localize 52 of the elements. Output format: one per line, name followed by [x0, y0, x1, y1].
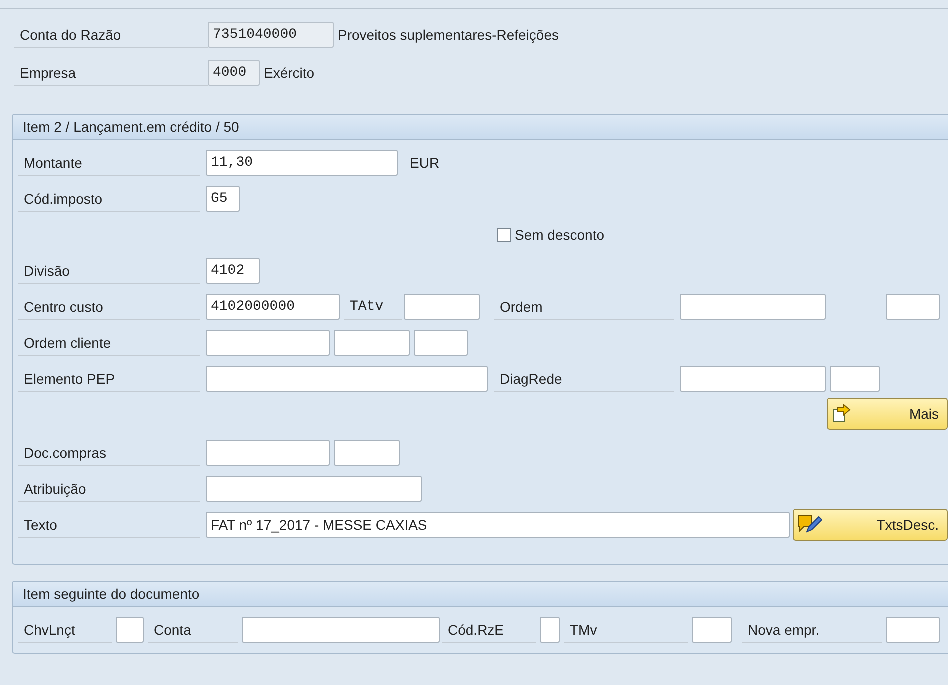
input-field[interactable]	[206, 440, 330, 466]
field-label: Nova empr.	[742, 617, 882, 643]
field-label: Ordem cliente	[18, 330, 200, 356]
input-field[interactable]	[206, 366, 488, 392]
input-field[interactable]	[206, 330, 330, 356]
input-field[interactable]	[116, 617, 144, 643]
toolbar-button[interactable]: Mais	[827, 398, 948, 430]
panel-title: Item 2 / Lançament.em crédito / 50	[13, 115, 948, 140]
field-label: DiagRede	[494, 366, 674, 392]
checkbox[interactable]	[497, 228, 511, 242]
field-label: Montante	[18, 150, 200, 176]
input-field[interactable]	[680, 366, 826, 392]
field-label: Cód.RzE	[442, 617, 536, 643]
input-field[interactable]: 4102000000	[206, 294, 340, 320]
input-field[interactable]	[886, 294, 940, 320]
input-field[interactable]: G5	[206, 186, 240, 212]
field-label: Divisão	[18, 258, 200, 284]
field-label: ChvLnçt	[18, 617, 112, 643]
input-field: 7351040000	[208, 22, 334, 48]
field-label: TAtv	[344, 294, 402, 320]
panel-title: Item seguinte do documento	[13, 582, 948, 607]
input-field[interactable]	[414, 330, 468, 356]
field-label: Atribuição	[18, 476, 200, 502]
checkbox-label: Sem desconto	[515, 227, 604, 243]
note-pencil-icon	[798, 514, 822, 536]
input-field[interactable]	[242, 617, 440, 643]
input-field[interactable]	[680, 294, 826, 320]
input-field[interactable]: 11,30	[206, 150, 398, 176]
input-field[interactable]: 4102	[206, 258, 260, 284]
field-label: Centro custo	[18, 294, 200, 320]
document-arrow-icon	[832, 404, 852, 424]
field-label: Doc.compras	[18, 440, 200, 466]
input-field[interactable]	[692, 617, 732, 643]
input-field[interactable]	[334, 330, 410, 356]
field-label: Ordem	[494, 294, 674, 320]
input-field[interactable]: FAT nº 17_2017 - MESSE CAXIAS	[206, 512, 790, 538]
input-field: 4000	[208, 60, 260, 86]
input-field[interactable]	[334, 440, 400, 466]
input-field[interactable]	[886, 617, 940, 643]
description-text: Proveitos suplementares-Refeições	[338, 27, 559, 43]
field-label: Conta	[148, 617, 238, 643]
description-text: Exército	[264, 65, 315, 81]
toolbar-button[interactable]: TxtsDesc.	[793, 509, 948, 541]
input-field[interactable]	[540, 617, 560, 643]
field-label: TMv	[564, 617, 688, 643]
unit-text: EUR	[410, 155, 440, 171]
input-field[interactable]	[404, 294, 480, 320]
field-label: Elemento PEP	[18, 366, 200, 392]
field-label: Cód.imposto	[18, 186, 200, 212]
input-field[interactable]	[830, 366, 880, 392]
input-field[interactable]	[206, 476, 422, 502]
field-label: Texto	[18, 512, 200, 538]
